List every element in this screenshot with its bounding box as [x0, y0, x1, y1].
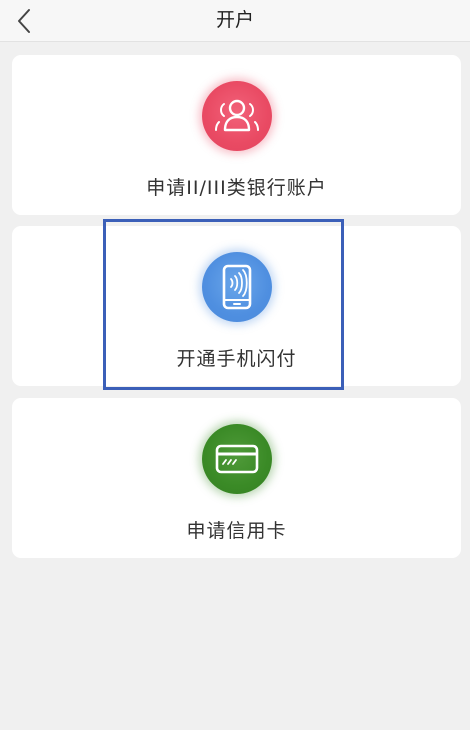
apply-credit-card-label: 申请信用卡 [186, 520, 287, 542]
apply-bank-account-label: 申请II/III类银行账户 [146, 177, 327, 199]
nfc-phone-icon [201, 252, 272, 322]
page-title: 开户 [215, 9, 254, 31]
users-icon [201, 81, 272, 151]
apply-bank-account-card[interactable]: 申请II/III类银行账户 [12, 55, 461, 215]
enable-mobile-quickpass-label: 开通手机闪付 [176, 348, 297, 370]
credit-card-icon [201, 424, 272, 494]
top-nav-bar: 开户 [0, 0, 470, 42]
enable-mobile-quickpass-card[interactable]: 开通手机闪付 [12, 226, 461, 386]
apply-credit-card-card[interactable]: 申请信用卡 [12, 398, 461, 558]
